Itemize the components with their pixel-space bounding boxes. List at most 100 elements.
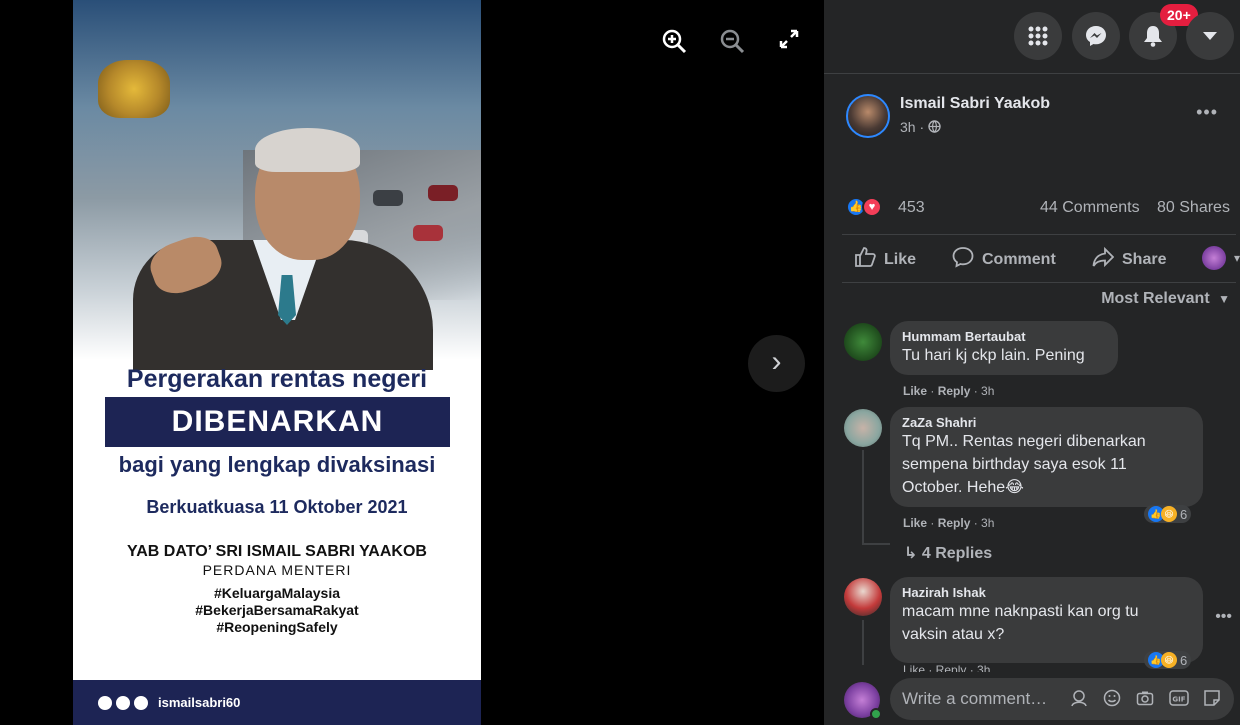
zoom-out-icon[interactable] xyxy=(718,28,746,56)
author-name[interactable]: Ismail Sabri Yaakob xyxy=(900,95,1050,113)
like-button[interactable]: Like xyxy=(854,246,916,274)
poster-effective-date: Berkuatkuasa 11 Oktober 2021 xyxy=(146,497,408,517)
comment-like-link[interactable]: Like xyxy=(903,384,927,398)
camera-icon[interactable] xyxy=(1136,689,1154,712)
reaction-icons[interactable]: 👍 ♥ xyxy=(846,197,882,217)
comment-like-link[interactable]: Like xyxy=(903,516,927,530)
thread-line xyxy=(862,450,864,545)
comment-text-line: sempena birthday saya esok 11 xyxy=(902,456,1127,473)
comments-count[interactable]: 44 Comments xyxy=(1040,199,1140,217)
comment-reaction-count: 6 xyxy=(1180,506,1188,522)
comment-text-line: Tq PM.. Rentas negeri dibenarkan xyxy=(902,433,1146,450)
comment-button[interactable]: Comment xyxy=(952,246,1056,274)
reply-arrow-icon: ↳ xyxy=(904,545,918,562)
react-as-selector[interactable]: ▾ xyxy=(1202,246,1240,270)
comment-meta-partial: Like · Reply · 3h xyxy=(903,663,991,672)
emoji-icon[interactable] xyxy=(1103,689,1121,712)
messenger-button[interactable] xyxy=(1072,12,1120,60)
share-button[interactable]: Share xyxy=(1092,246,1166,274)
comment-label: Comment xyxy=(982,251,1056,268)
share-label: Share xyxy=(1122,251,1167,268)
comment-reply-link[interactable]: Reply xyxy=(938,516,971,530)
comment-time[interactable]: 3h xyxy=(981,384,994,398)
next-photo-button[interactable]: › xyxy=(748,335,805,392)
love-reaction-icon: ♥ xyxy=(862,197,882,217)
comment-options-button[interactable]: ••• xyxy=(1215,608,1232,626)
thumbs-up-icon xyxy=(854,246,876,274)
replies-label: 4 Replies xyxy=(921,545,993,562)
poster-band: DIBENARKAN xyxy=(105,397,450,447)
shares-count[interactable]: 80 Shares xyxy=(1157,199,1230,217)
reactions-count[interactable]: 453 xyxy=(898,199,925,217)
top-bar: 20+ xyxy=(824,0,1240,74)
commenter-avatar[interactable] xyxy=(844,578,882,616)
menu-grid-button[interactable] xyxy=(1014,12,1062,60)
gif-icon[interactable]: GIF xyxy=(1169,689,1189,712)
comment-input[interactable]: Write a comment… GIF xyxy=(890,678,1234,720)
thread-line xyxy=(862,620,864,665)
author-avatar[interactable] xyxy=(846,94,890,138)
post-panel: 20+ Ismail Sabri Yaakob 3h · ••• 👍 ♥ 453… xyxy=(824,0,1240,725)
bell-icon xyxy=(1144,26,1162,47)
sort-label: Most Relevant xyxy=(1101,290,1210,307)
malaysia-crest-logo xyxy=(98,60,170,118)
poster-headline: Pergerakan rentas negeri xyxy=(126,365,428,393)
caret-down-icon: ▾ xyxy=(1234,251,1240,265)
globe-icon xyxy=(928,120,941,133)
haha-reaction-icon: 😆 xyxy=(1161,506,1177,522)
poster-subheadline: bagi yang lengkap divaksinasi xyxy=(118,452,436,477)
photo-viewer: Pergerakan rentas negeri DIBENARKAN bagi… xyxy=(0,0,824,725)
view-replies-link[interactable]: ↳ 4 Replies xyxy=(904,543,992,563)
commenter-avatar[interactable] xyxy=(844,323,882,361)
comment-bubble: Hummam Bertaubat Tu hari kj ckp lain. Pe… xyxy=(890,321,1118,375)
facebook-icon xyxy=(116,695,130,710)
comment-reaction-count: 6 xyxy=(1180,652,1188,668)
svg-text:GIF: GIF xyxy=(1172,696,1185,704)
poster-man-hair xyxy=(255,128,360,172)
avatar-sticker-icon[interactable] xyxy=(1070,689,1088,712)
comment-input-placeholder: Write a comment… xyxy=(902,689,1048,708)
poster-hashtag: #KeluargaMalaysia xyxy=(213,585,341,601)
poster-hashtag: #ReopeningSafely xyxy=(216,619,338,635)
commenter-name[interactable]: Hummam Bertaubat xyxy=(902,329,1106,344)
comment-composer: Write a comment… GIF xyxy=(824,672,1240,725)
poster-car xyxy=(373,190,403,206)
like-label: Like xyxy=(884,251,917,268)
more-dots-icon: ••• xyxy=(1215,608,1232,625)
comment-reply-link[interactable]: Reply xyxy=(938,384,971,398)
poster-footer: ismailsabri60 xyxy=(73,680,481,725)
post-image[interactable]: Pergerakan rentas negeri DIBENARKAN bagi… xyxy=(73,0,481,725)
poster-car xyxy=(428,185,458,201)
fullscreen-icon[interactable] xyxy=(775,28,803,56)
poster-role: PERDANA MENTERI xyxy=(202,562,352,578)
comment-reactions[interactable]: 👍 😆 6 xyxy=(1144,505,1192,523)
comment-meta: Like · Reply · 3h xyxy=(903,516,995,530)
divider xyxy=(842,282,1236,283)
poster-car xyxy=(413,225,443,241)
comment-text-line: vaksin atau x? xyxy=(902,626,1005,643)
twitter-icon xyxy=(98,695,112,710)
zoom-in-icon[interactable] xyxy=(660,28,688,56)
post-time-text: 3h · xyxy=(900,119,925,135)
divider xyxy=(842,234,1236,235)
comment-time[interactable]: 3h xyxy=(981,516,994,530)
comment-text-line: October. Hehe😂 xyxy=(902,479,1024,496)
menu-grid-icon xyxy=(1028,26,1048,46)
comment-reactions[interactable]: 👍 😆 6 xyxy=(1144,651,1192,669)
thread-line xyxy=(862,543,890,545)
commenter-name[interactable]: Hazirah Ishak xyxy=(902,585,1191,600)
poster-hashtag: #BekerjaBersamaRakyat xyxy=(195,602,359,618)
commenter-name[interactable]: ZaZa Shahri xyxy=(902,415,1191,430)
caret-down-icon: ▼ xyxy=(1218,292,1230,306)
chevron-right-icon: › xyxy=(771,345,782,378)
commenter-avatar[interactable] xyxy=(844,409,882,447)
post-time[interactable]: 3h · xyxy=(900,119,941,135)
sticker-icon[interactable] xyxy=(1203,689,1221,712)
comment-text: Tu hari kj ckp lain. Pening xyxy=(902,347,1085,364)
messenger-icon xyxy=(1086,26,1106,46)
post-options-button[interactable]: ••• xyxy=(1196,102,1218,123)
haha-reaction-icon: 😆 xyxy=(1161,652,1177,668)
comment-sort-dropdown[interactable]: Most Relevant ▼ xyxy=(1101,290,1230,308)
account-menu-button[interactable] xyxy=(1186,12,1234,60)
share-arrow-icon xyxy=(1092,246,1115,274)
